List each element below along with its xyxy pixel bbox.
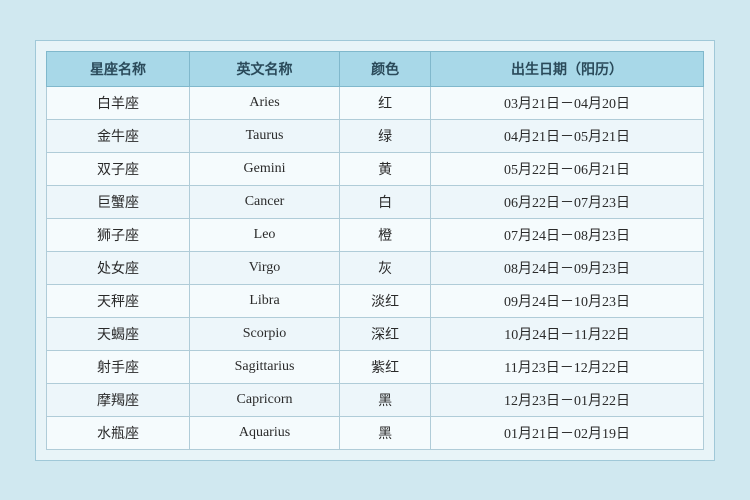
main-container: 星座名称 英文名称 颜色 出生日期（阳历） 白羊座Aries红03月21日－04… — [35, 40, 715, 461]
table-row: 水瓶座Aquarius黑01月21日－02月19日 — [47, 416, 704, 449]
table-cell: 深红 — [340, 317, 431, 350]
table-row: 处女座Virgo灰08月24日－09月23日 — [47, 251, 704, 284]
table-cell: 射手座 — [47, 350, 190, 383]
col-header-color: 颜色 — [340, 51, 431, 86]
table-cell: 红 — [340, 86, 431, 119]
col-header-english: 英文名称 — [189, 51, 339, 86]
table-cell: Aquarius — [189, 416, 339, 449]
table-cell: Gemini — [189, 152, 339, 185]
table-cell: Libra — [189, 284, 339, 317]
table-cell: Leo — [189, 218, 339, 251]
table-cell: Sagittarius — [189, 350, 339, 383]
table-cell: 双子座 — [47, 152, 190, 185]
table-row: 双子座Gemini黄05月22日－06月21日 — [47, 152, 704, 185]
table-cell: 08月24日－09月23日 — [431, 251, 704, 284]
col-header-chinese: 星座名称 — [47, 51, 190, 86]
col-header-date: 出生日期（阳历） — [431, 51, 704, 86]
table-cell: 水瓶座 — [47, 416, 190, 449]
table-cell: 04月21日－05月21日 — [431, 119, 704, 152]
table-cell: Scorpio — [189, 317, 339, 350]
table-cell: 10月24日－11月22日 — [431, 317, 704, 350]
table-cell: 05月22日－06月21日 — [431, 152, 704, 185]
table-cell: 绿 — [340, 119, 431, 152]
table-cell: 黑 — [340, 383, 431, 416]
table-header-row: 星座名称 英文名称 颜色 出生日期（阳历） — [47, 51, 704, 86]
table-row: 天蝎座Scorpio深红10月24日－11月22日 — [47, 317, 704, 350]
table-cell: 天蝎座 — [47, 317, 190, 350]
table-cell: 09月24日－10月23日 — [431, 284, 704, 317]
table-cell: 紫红 — [340, 350, 431, 383]
table-cell: 黑 — [340, 416, 431, 449]
table-cell: 处女座 — [47, 251, 190, 284]
table-cell: 12月23日－01月22日 — [431, 383, 704, 416]
table-cell: 白羊座 — [47, 86, 190, 119]
table-row: 狮子座Leo橙07月24日－08月23日 — [47, 218, 704, 251]
table-cell: 黄 — [340, 152, 431, 185]
table-cell: Cancer — [189, 185, 339, 218]
table-cell: 白 — [340, 185, 431, 218]
table-cell: Taurus — [189, 119, 339, 152]
table-row: 白羊座Aries红03月21日－04月20日 — [47, 86, 704, 119]
table-cell: 01月21日－02月19日 — [431, 416, 704, 449]
zodiac-table: 星座名称 英文名称 颜色 出生日期（阳历） 白羊座Aries红03月21日－04… — [46, 51, 704, 450]
table-row: 巨蟹座Cancer白06月22日－07月23日 — [47, 185, 704, 218]
table-row: 天秤座Libra淡红09月24日－10月23日 — [47, 284, 704, 317]
table-cell: 摩羯座 — [47, 383, 190, 416]
table-cell: 淡红 — [340, 284, 431, 317]
table-cell: Virgo — [189, 251, 339, 284]
table-cell: 天秤座 — [47, 284, 190, 317]
table-cell: 金牛座 — [47, 119, 190, 152]
table-cell: Aries — [189, 86, 339, 119]
table-cell: 11月23日－12月22日 — [431, 350, 704, 383]
table-row: 金牛座Taurus绿04月21日－05月21日 — [47, 119, 704, 152]
table-cell: 03月21日－04月20日 — [431, 86, 704, 119]
table-row: 摩羯座Capricorn黑12月23日－01月22日 — [47, 383, 704, 416]
table-cell: 狮子座 — [47, 218, 190, 251]
table-row: 射手座Sagittarius紫红11月23日－12月22日 — [47, 350, 704, 383]
table-cell: 灰 — [340, 251, 431, 284]
table-cell: Capricorn — [189, 383, 339, 416]
table-cell: 橙 — [340, 218, 431, 251]
table-cell: 06月22日－07月23日 — [431, 185, 704, 218]
table-cell: 巨蟹座 — [47, 185, 190, 218]
table-cell: 07月24日－08月23日 — [431, 218, 704, 251]
